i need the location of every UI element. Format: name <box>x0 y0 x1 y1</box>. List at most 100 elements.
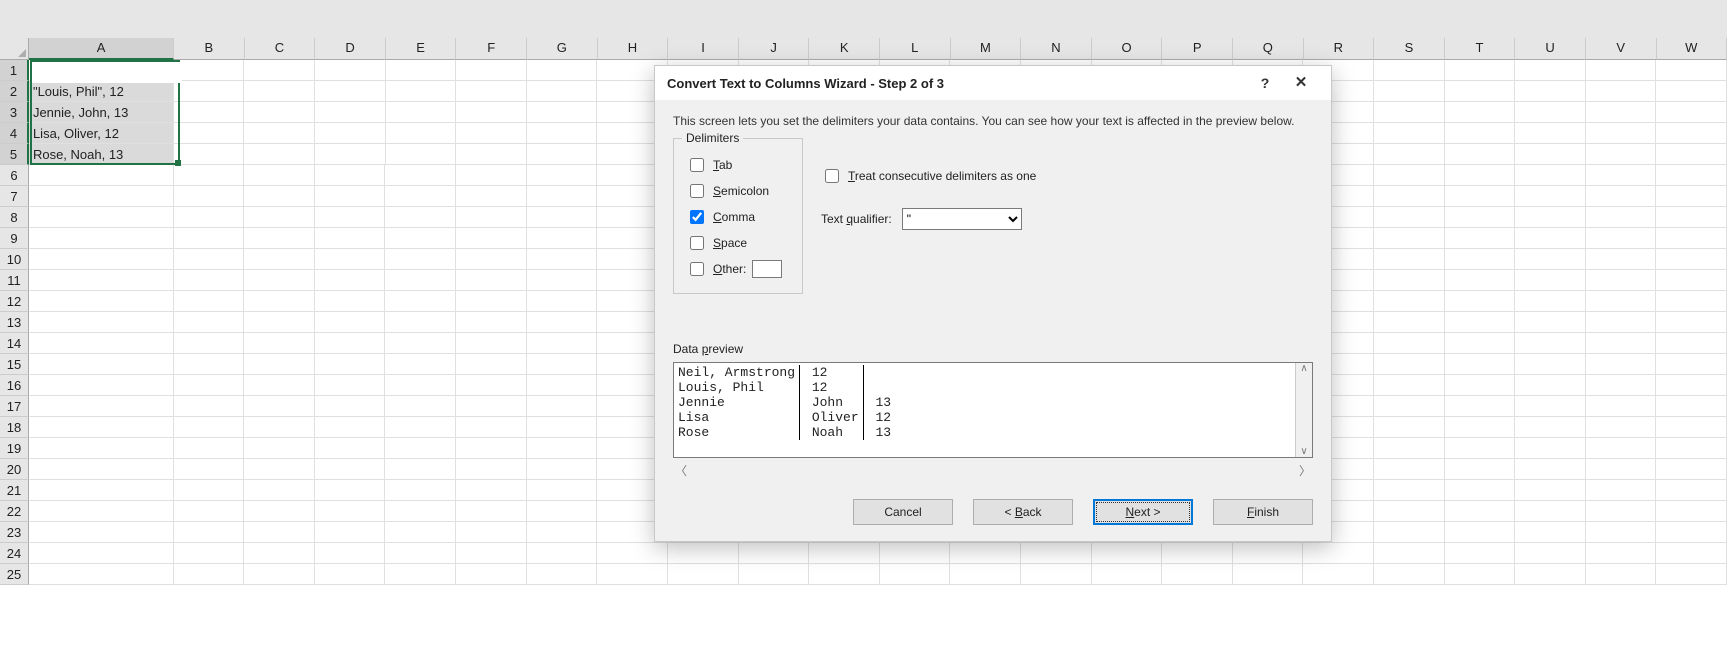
cell-F22[interactable] <box>456 501 527 522</box>
cell-G8[interactable] <box>527 207 598 228</box>
cell-G21[interactable] <box>527 480 598 501</box>
cell-B17[interactable] <box>174 396 245 417</box>
cell-A15[interactable] <box>29 354 174 375</box>
cell-B5[interactable] <box>174 144 245 165</box>
cell-S24[interactable] <box>1374 543 1445 564</box>
cell-F19[interactable] <box>456 438 527 459</box>
cell-E12[interactable] <box>385 291 456 312</box>
cell-W16[interactable] <box>1656 375 1727 396</box>
cell-G9[interactable] <box>527 228 598 249</box>
cell-B25[interactable] <box>174 564 245 585</box>
cell-T3[interactable] <box>1445 102 1516 123</box>
preview-hscroll[interactable]: 〈〉 <box>673 458 1313 489</box>
cell-A20[interactable] <box>29 459 174 480</box>
cell-V24[interactable] <box>1586 543 1657 564</box>
cell-G22[interactable] <box>527 501 598 522</box>
cell-T5[interactable] <box>1445 144 1516 165</box>
cell-C19[interactable] <box>244 438 315 459</box>
cell-K24[interactable] <box>809 543 880 564</box>
cell-S2[interactable] <box>1374 81 1445 102</box>
cell-G15[interactable] <box>527 354 598 375</box>
cell-V20[interactable] <box>1586 459 1657 480</box>
cell-A23[interactable] <box>29 522 174 543</box>
cell-B18[interactable] <box>174 417 245 438</box>
cell-B12[interactable] <box>174 291 245 312</box>
cell-G4[interactable] <box>527 123 598 144</box>
help-button[interactable]: ? <box>1247 74 1283 92</box>
cell-H25[interactable] <box>597 564 668 585</box>
cell-W23[interactable] <box>1656 522 1727 543</box>
col-header-Q[interactable]: Q <box>1233 38 1304 60</box>
cell-S6[interactable] <box>1374 165 1445 186</box>
cell-R25[interactable] <box>1303 564 1374 585</box>
cell-S13[interactable] <box>1374 312 1445 333</box>
cell-E4[interactable] <box>386 123 457 144</box>
cell-F17[interactable] <box>456 396 527 417</box>
cell-D2[interactable] <box>315 81 386 102</box>
cell-A17[interactable] <box>29 396 174 417</box>
cell-S3[interactable] <box>1374 102 1445 123</box>
cell-S16[interactable] <box>1374 375 1445 396</box>
cell-S5[interactable] <box>1374 144 1445 165</box>
cell-C7[interactable] <box>244 186 315 207</box>
col-header-D[interactable]: D <box>315 38 386 60</box>
cell-W18[interactable] <box>1656 417 1727 438</box>
cell-C22[interactable] <box>244 501 315 522</box>
cell-T16[interactable] <box>1445 375 1516 396</box>
cell-W21[interactable] <box>1656 480 1727 501</box>
cell-D23[interactable] <box>315 522 386 543</box>
cell-E16[interactable] <box>385 375 456 396</box>
cell-V6[interactable] <box>1586 165 1657 186</box>
col-header-I[interactable]: I <box>668 38 739 60</box>
col-header-K[interactable]: K <box>809 38 880 60</box>
cell-A7[interactable] <box>29 186 174 207</box>
cell-D17[interactable] <box>315 396 386 417</box>
cell-B22[interactable] <box>174 501 245 522</box>
cell-E11[interactable] <box>385 270 456 291</box>
cell-E25[interactable] <box>385 564 456 585</box>
cell-U12[interactable] <box>1515 291 1586 312</box>
row-header-1[interactable]: 1 <box>0 60 29 81</box>
cell-D20[interactable] <box>315 459 386 480</box>
cell-A2[interactable]: "Louis, Phil", 12 <box>29 81 174 102</box>
cell-G1[interactable] <box>527 60 598 81</box>
delimiter-other-input[interactable] <box>752 260 782 278</box>
cell-C6[interactable] <box>244 165 315 186</box>
cell-T19[interactable] <box>1445 438 1516 459</box>
cell-Q25[interactable] <box>1233 564 1304 585</box>
delimiter-space-checkbox[interactable] <box>690 236 704 250</box>
cell-F18[interactable] <box>456 417 527 438</box>
cell-W11[interactable] <box>1656 270 1727 291</box>
cell-F20[interactable] <box>456 459 527 480</box>
delimiter-comma-checkbox[interactable] <box>690 210 704 224</box>
cell-U18[interactable] <box>1515 417 1586 438</box>
row-header-5[interactable]: 5 <box>0 144 29 165</box>
cell-C1[interactable] <box>244 60 315 81</box>
row-header-16[interactable]: 16 <box>0 375 29 396</box>
cell-D18[interactable] <box>315 417 386 438</box>
cell-U21[interactable] <box>1515 480 1586 501</box>
cell-D24[interactable] <box>315 543 386 564</box>
cell-B7[interactable] <box>174 186 245 207</box>
cell-D5[interactable] <box>315 144 386 165</box>
cell-D22[interactable] <box>315 501 386 522</box>
cell-U8[interactable] <box>1515 207 1586 228</box>
row-header-4[interactable]: 4 <box>0 123 29 144</box>
cell-U11[interactable] <box>1515 270 1586 291</box>
cell-G2[interactable] <box>527 81 598 102</box>
cell-E9[interactable] <box>385 228 456 249</box>
cell-U23[interactable] <box>1515 522 1586 543</box>
cell-T7[interactable] <box>1445 186 1516 207</box>
row-header-20[interactable]: 20 <box>0 459 29 480</box>
cell-T13[interactable] <box>1445 312 1516 333</box>
cell-E8[interactable] <box>385 207 456 228</box>
cell-V7[interactable] <box>1586 186 1657 207</box>
cell-G18[interactable] <box>527 417 598 438</box>
cell-S21[interactable] <box>1374 480 1445 501</box>
cell-D9[interactable] <box>315 228 386 249</box>
cell-T4[interactable] <box>1445 123 1516 144</box>
cell-V16[interactable] <box>1586 375 1657 396</box>
col-header-O[interactable]: O <box>1092 38 1163 60</box>
cell-D12[interactable] <box>315 291 386 312</box>
cell-G12[interactable] <box>527 291 598 312</box>
